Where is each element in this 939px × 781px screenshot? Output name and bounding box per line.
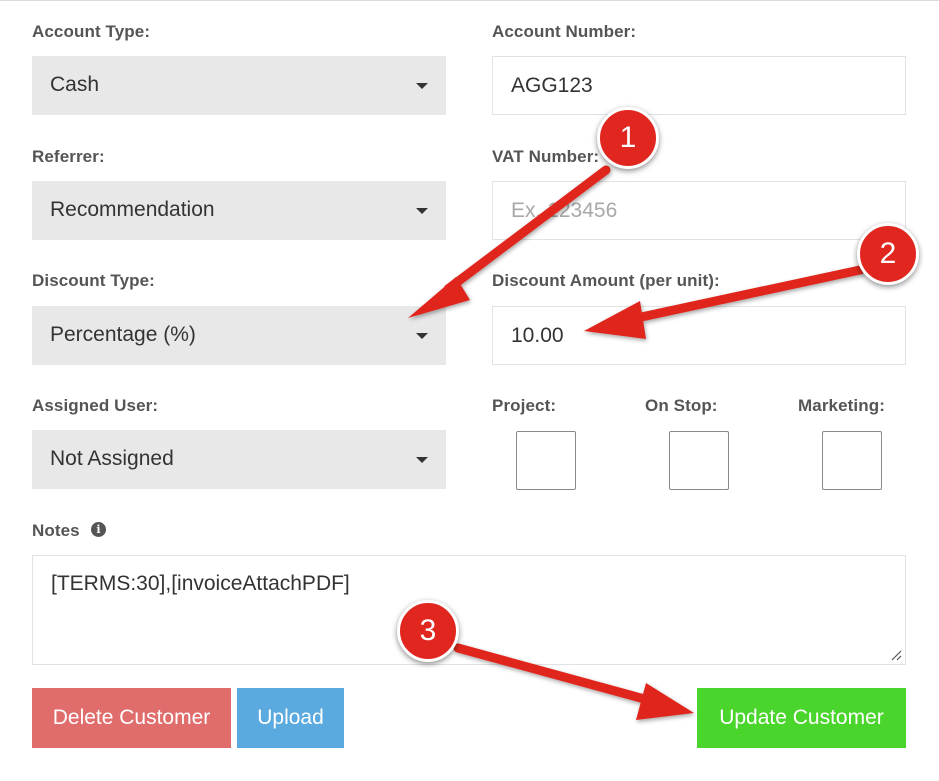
- annotation-badge-1: 1: [597, 107, 659, 169]
- arrow-annotation-2: [584, 265, 865, 339]
- arrow-annotation-1: [408, 165, 611, 318]
- annotation-badge-3: 3: [397, 600, 459, 662]
- annotation-arrows: [408, 165, 865, 720]
- arrow-annotation-3: [453, 643, 694, 720]
- annotation-badge-2: 2: [857, 223, 919, 285]
